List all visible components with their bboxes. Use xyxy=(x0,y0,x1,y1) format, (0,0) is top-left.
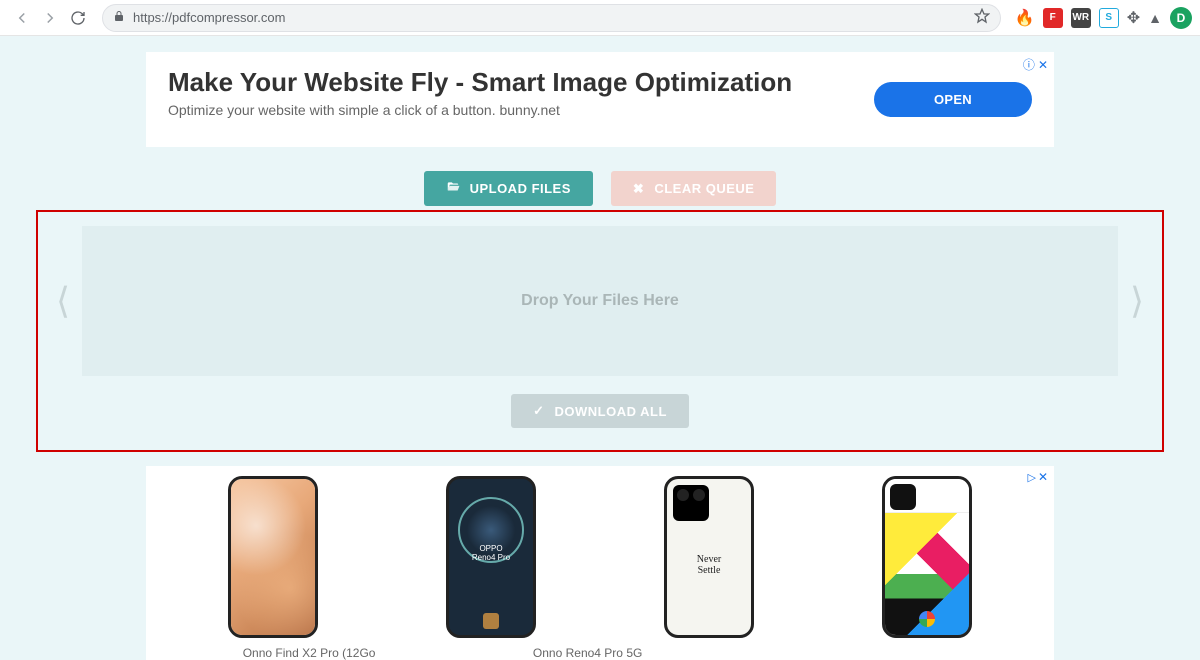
action-buttons-row: UPLOAD FILES ✖ CLEAR QUEUE xyxy=(146,147,1054,210)
wr-icon[interactable]: WR xyxy=(1071,8,1091,28)
carousel-next-button[interactable]: ⟩ xyxy=(1126,280,1148,322)
phone-product-2[interactable]: OPPO Reno4 Pro xyxy=(446,476,536,638)
page-content: ⓘ ✕ Make Your Website Fly - Smart Image … xyxy=(0,36,1200,660)
flipboard-icon[interactable]: F xyxy=(1043,8,1063,28)
phone-product-4[interactable] xyxy=(882,476,972,638)
clear-queue-button[interactable]: ✖ CLEAR QUEUE xyxy=(611,171,777,206)
phone3-screen-label: Never Settle xyxy=(697,554,721,576)
flame-icon[interactable]: 🔥 xyxy=(1015,8,1035,28)
url-text: https://pdfcompressor.com xyxy=(133,10,966,25)
file-carousel: ⟨ Drop Your Files Here ⟩ xyxy=(52,226,1148,376)
bookmark-star-icon[interactable] xyxy=(974,8,990,27)
file-dropzone[interactable]: Drop Your Files Here xyxy=(82,226,1118,376)
close-icon: ✖ xyxy=(633,181,644,197)
reload-button[interactable] xyxy=(64,4,92,32)
lock-icon xyxy=(113,10,125,25)
folder-open-icon xyxy=(446,180,460,197)
ad-banner-top: ⓘ ✕ Make Your Website Fly - Smart Image … xyxy=(146,52,1054,147)
ad-info-icon[interactable]: ⓘ xyxy=(1023,56,1035,73)
browser-toolbar: https://pdfcompressor.com 🔥 F WR S ✥ ▲ D xyxy=(0,0,1200,36)
upload-files-button[interactable]: UPLOAD FILES xyxy=(424,171,593,206)
clear-queue-label: CLEAR QUEUE xyxy=(654,181,754,196)
carousel-prev-button[interactable]: ⟨ xyxy=(52,280,74,322)
phone-product-3[interactable]: Never Settle xyxy=(664,476,754,638)
highlighted-region: ⟨ Drop Your Files Here ⟩ ✓ DOWNLOAD ALL xyxy=(36,210,1164,452)
phone-product-1[interactable] xyxy=(228,476,318,638)
download-all-button[interactable]: ✓ DOWNLOAD ALL xyxy=(511,394,689,428)
phone-caption-2: Onno Reno4 Pro 5G xyxy=(533,646,642,660)
address-bar[interactable]: https://pdfcompressor.com xyxy=(102,4,1001,32)
lab-icon[interactable]: ▲ xyxy=(1148,10,1162,26)
check-icon: ✓ xyxy=(533,403,544,419)
phone2-screen-label: OPPO Reno4 Pro xyxy=(472,545,510,563)
phone-caption-1: Onno Find X2 Pro (12Go xyxy=(243,646,376,660)
extensions-puzzle-icon[interactable]: ✥ xyxy=(1127,8,1140,28)
profile-avatar[interactable]: D xyxy=(1170,7,1192,29)
dropzone-label: Drop Your Files Here xyxy=(521,292,679,310)
s-icon[interactable]: S xyxy=(1099,8,1119,28)
ad-marker-icon[interactable]: ▷ xyxy=(1027,471,1035,484)
download-all-label: DOWNLOAD ALL xyxy=(555,404,667,419)
ad-close-icon-2[interactable]: ✕ xyxy=(1038,470,1048,484)
ad-open-button[interactable]: OPEN xyxy=(874,82,1032,117)
ad-banner-phones: ▷ ✕ OPPO Reno4 Pro Never Settle xyxy=(146,466,1054,660)
forward-button[interactable] xyxy=(36,4,64,32)
extension-icons: 🔥 F WR S ✥ ▲ D xyxy=(1007,7,1192,29)
back-button[interactable] xyxy=(8,4,36,32)
ad-close-icon[interactable]: ✕ xyxy=(1038,58,1048,72)
upload-files-label: UPLOAD FILES xyxy=(470,181,571,196)
